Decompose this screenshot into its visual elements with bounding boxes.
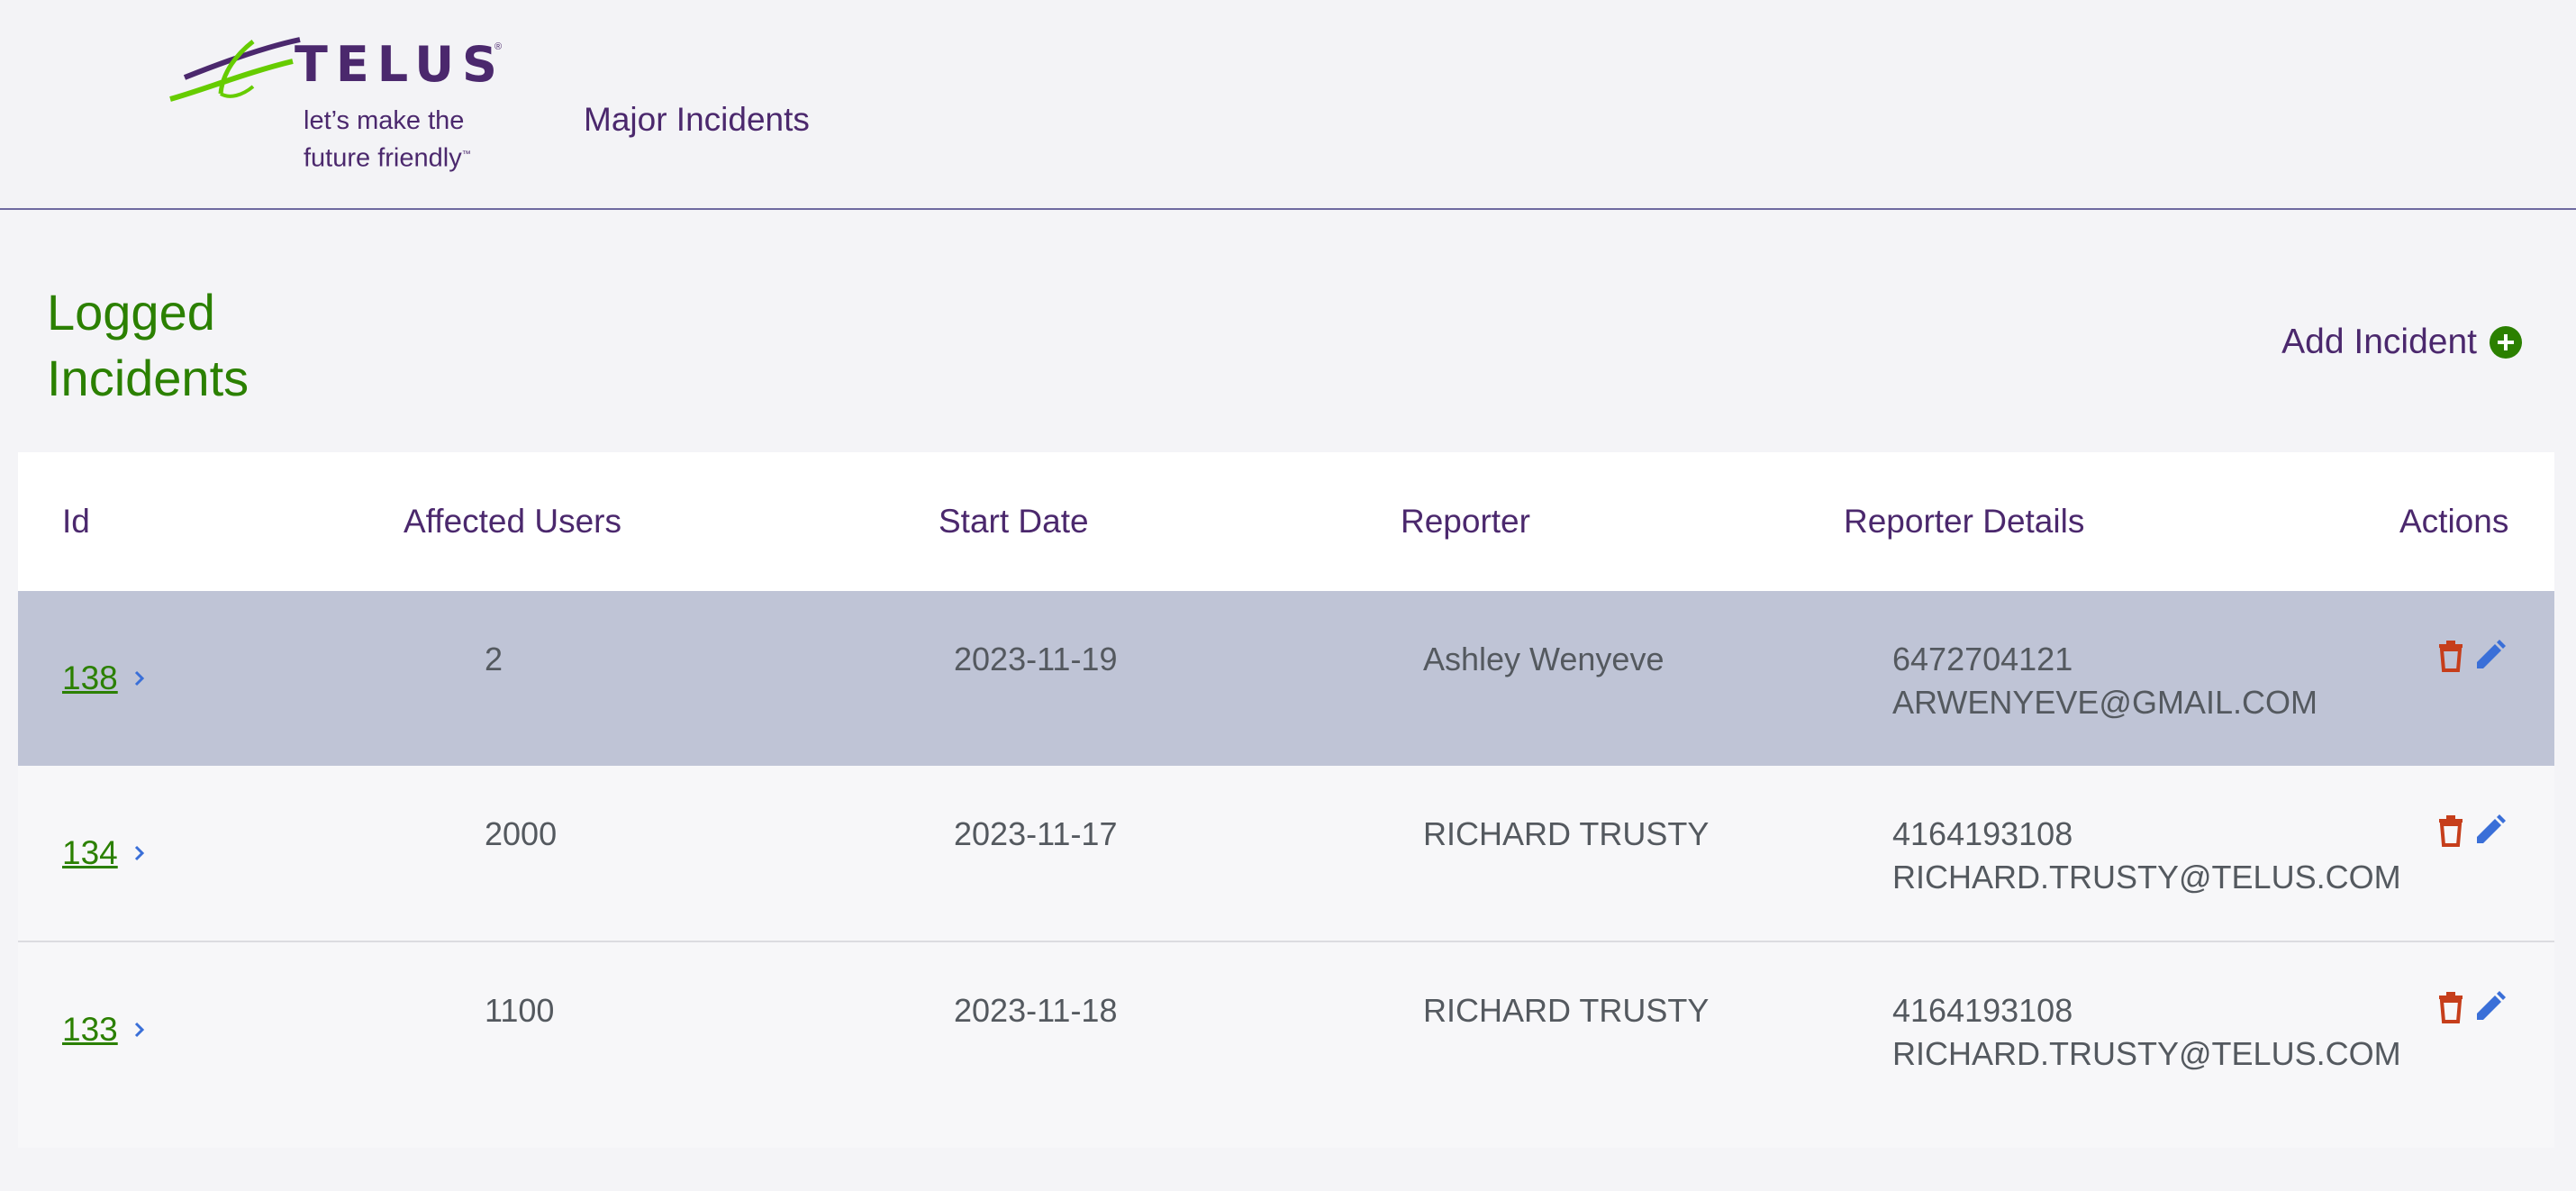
app-title[interactable]: Major Incidents — [584, 101, 810, 139]
pencil-icon[interactable] — [2473, 640, 2506, 672]
reporter-email: ARWENYEVE@GMAIL.COM — [1892, 684, 2317, 721]
tagline-line2: future friendly™ — [304, 143, 471, 173]
affected-users: 1100 — [485, 992, 555, 1029]
registered-mark: ® — [494, 41, 503, 52]
trash-icon[interactable] — [2436, 991, 2465, 1023]
chevron-right-icon — [134, 1022, 144, 1038]
table-row[interactable]: 133 1100 2023-11-18 RICHARD TRUSTY 41641… — [18, 941, 2554, 1117]
column-header-reporter[interactable]: Reporter — [1401, 503, 1530, 541]
column-header-actions: Actions — [2399, 503, 2509, 540]
logo-tagline: let’s make the future friendly™ — [304, 105, 520, 176]
tagline-line1: let’s make the — [304, 106, 465, 135]
table-row[interactable]: 138 2 2023-11-19 Ashley Wenyeve 64727041… — [18, 591, 2554, 766]
chevron-right-icon — [134, 670, 144, 686]
telus-logo[interactable]: TELUS ® let’s make the future friendly™ — [167, 36, 509, 173]
reporter-phone: 4164193108 — [1892, 992, 2073, 1029]
column-header-affected-users[interactable]: Affected Users — [404, 503, 621, 541]
incident-id: 138 — [62, 659, 118, 696]
add-incident-button[interactable]: Add Incident — [2281, 323, 2522, 362]
incident-id: 134 — [62, 834, 118, 871]
page-title-line1: Logged — [47, 284, 215, 341]
column-header-start-date[interactable]: Start Date — [939, 503, 1089, 541]
start-date: 2023-11-19 — [954, 641, 1118, 677]
app-header: TELUS ® let’s make the future friendly™ … — [0, 0, 2576, 210]
column-header-reporter-details[interactable]: Reporter Details — [1844, 503, 2084, 541]
reporter-email: RICHARD.TRUSTY@TELUS.COM — [1892, 1035, 2401, 1072]
add-incident-label: Add Incident — [2281, 323, 2477, 361]
chevron-right-icon — [134, 845, 144, 861]
trash-icon[interactable] — [2436, 640, 2465, 672]
reporter-phone: 4164193108 — [1892, 815, 2073, 852]
table-header: Id Affected Users Start Date Reporter Re… — [18, 452, 2554, 591]
reporter-phone: 6472704121 — [1892, 641, 2073, 677]
incident-id-link[interactable]: 134 — [62, 834, 149, 872]
incident-id: 133 — [62, 1011, 118, 1048]
column-header-id[interactable]: Id — [62, 503, 90, 541]
logo-wordmark: TELUS — [295, 36, 505, 93]
reporter-name: Ashley Wenyeve — [1423, 641, 1664, 677]
start-date: 2023-11-18 — [954, 992, 1118, 1029]
incident-id-link[interactable]: 138 — [62, 659, 149, 697]
page-title-line2: Incidents — [47, 350, 249, 406]
plus-circle-icon — [2490, 326, 2522, 359]
reporter-name: RICHARD TRUSTY — [1423, 992, 1710, 1029]
affected-users: 2000 — [485, 815, 558, 852]
trash-icon[interactable] — [2436, 814, 2465, 847]
table-row[interactable]: 134 2000 2023-11-17 RICHARD TRUSTY 41641… — [18, 766, 2554, 941]
pencil-icon[interactable] — [2473, 991, 2506, 1023]
page-title: Logged Incidents — [47, 279, 335, 411]
telus-swoosh-icon — [169, 37, 301, 102]
incident-id-link[interactable]: 133 — [62, 1011, 149, 1049]
incidents-table: Id Affected Users Start Date Reporter Re… — [18, 452, 2554, 1148]
affected-users: 2 — [485, 641, 503, 677]
start-date: 2023-11-17 — [954, 815, 1118, 852]
reporter-email: RICHARD.TRUSTY@TELUS.COM — [1892, 859, 2401, 896]
pencil-icon[interactable] — [2473, 814, 2506, 847]
reporter-name: RICHARD TRUSTY — [1423, 815, 1710, 852]
